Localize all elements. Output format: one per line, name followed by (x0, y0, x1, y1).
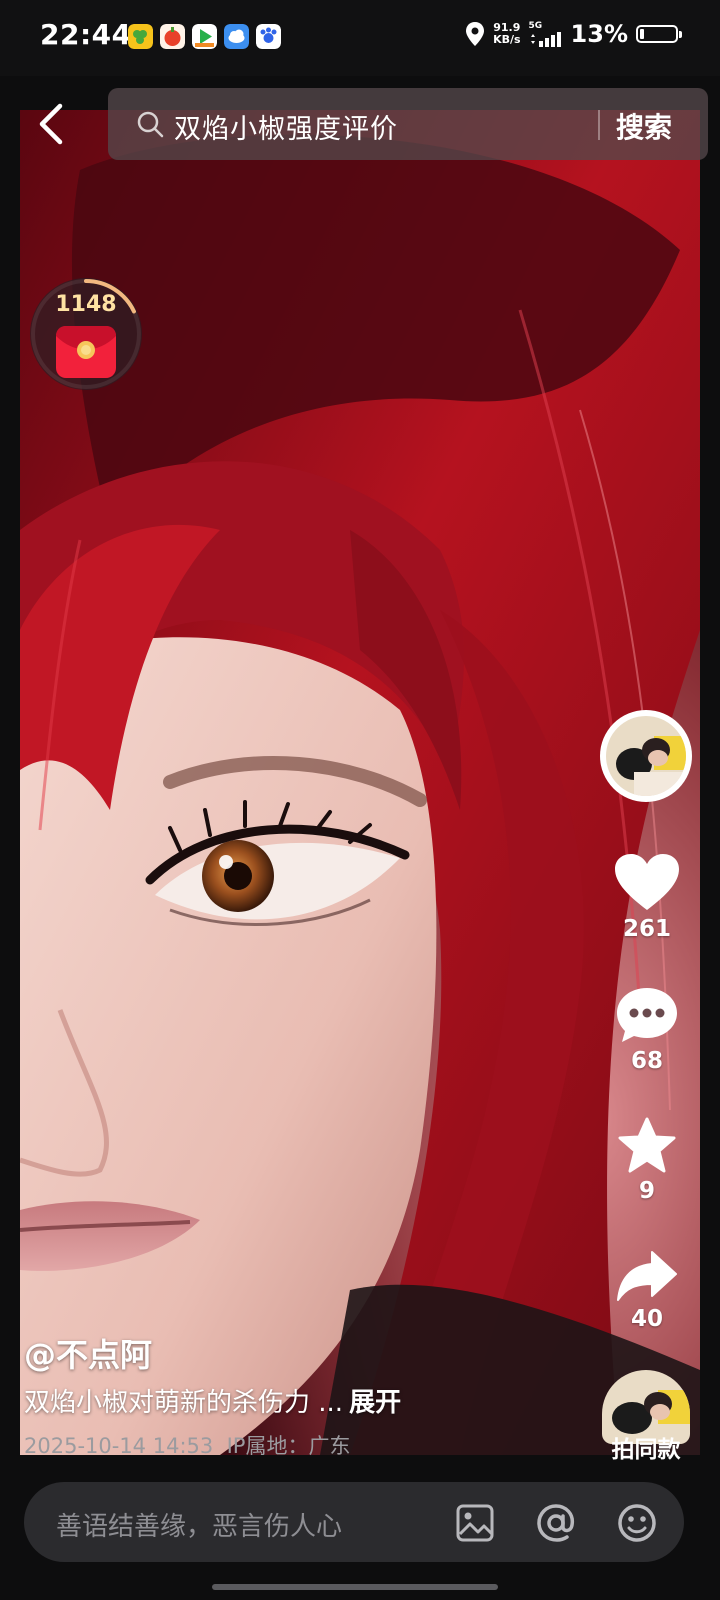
like-button[interactable]: 261 (602, 852, 692, 942)
cloud-app-icon (224, 24, 249, 49)
battery-percent: 13% (570, 20, 628, 48)
back-button[interactable] (30, 100, 74, 150)
comment-bar: 善语结善缘，恶言伤人心 (24, 1482, 684, 1562)
signal-block: 5G (529, 21, 563, 47)
red-packet-count: 1148 (55, 292, 117, 317)
status-bar: 22:44 91.9 KB/s 5G 13% (0, 0, 720, 76)
comment-bubble-icon (617, 988, 677, 1042)
signal-bars-icon (530, 32, 561, 47)
same-style-button[interactable]: 拍同款 (600, 1370, 692, 1464)
video-screen: 22:44 91.9 KB/s 5G 13% 双焰小椒强度评价 搜索 1148 … (0, 0, 720, 1600)
like-count: 261 (622, 916, 671, 942)
image-icon[interactable] (454, 1502, 496, 1544)
share-button[interactable]: 40 (602, 1248, 692, 1332)
search-query[interactable]: 双焰小椒强度评价 (174, 107, 398, 146)
search-icon (137, 111, 164, 138)
red-envelope-icon (56, 326, 116, 378)
description-text: 双焰小椒对萌新的杀伤力 ... (24, 1388, 344, 1418)
status-time: 22:44 (40, 18, 132, 51)
net-speed-unit: KB/s (493, 33, 521, 46)
comment-count: 68 (630, 1048, 663, 1074)
post-description: 双焰小椒对萌新的杀伤力 ... 展开 (24, 1382, 401, 1419)
star-icon (618, 1117, 676, 1173)
comment-button[interactable]: 68 (602, 984, 692, 1074)
post-meta: 2025-10-14 14:53 IP属地：广东 (24, 1430, 350, 1460)
emoji-icon[interactable] (616, 1502, 658, 1544)
expand-button[interactable]: 展开 (349, 1388, 401, 1418)
fruit-app-icon (160, 24, 185, 49)
favorite-count: 9 (638, 1178, 655, 1204)
same-style-label: 拍同款 (611, 1437, 681, 1463)
search-divider (598, 110, 600, 140)
comment-input[interactable]: 善语结善缘，恶言伤人心 (56, 1506, 342, 1543)
ip-location: IP属地：广东 (226, 1434, 351, 1458)
post-date: 2025-10-14 14:53 (24, 1434, 214, 1458)
share-count: 40 (630, 1306, 663, 1332)
red-packet-widget[interactable]: 1148 (30, 278, 142, 390)
favorite-button[interactable]: 9 (602, 1116, 692, 1204)
status-app-icons (128, 24, 281, 49)
battery-icon (636, 25, 682, 43)
search-button[interactable]: 搜索 (616, 106, 672, 146)
avatar (606, 716, 686, 796)
chevron-left-icon (39, 103, 63, 145)
search-box[interactable]: 双焰小椒强度评价 搜索 (108, 88, 708, 160)
creator-avatar[interactable] (600, 710, 692, 802)
net-speed: 91.9 KB/s (493, 22, 520, 46)
author-name[interactable]: @不点阿 (24, 1330, 152, 1376)
at-mention-icon[interactable] (535, 1502, 577, 1544)
grape-app-icon (128, 24, 153, 49)
share-arrow-icon (617, 1251, 677, 1301)
status-right: 91.9 KB/s 5G 13% (465, 20, 682, 48)
location-icon (466, 22, 485, 46)
network-type: 5G (528, 21, 543, 31)
battery-level (640, 29, 644, 39)
heart-icon (615, 854, 679, 910)
home-indicator[interactable] (212, 1584, 498, 1590)
video-app-icon (192, 24, 217, 49)
paw-app-icon (256, 24, 281, 49)
